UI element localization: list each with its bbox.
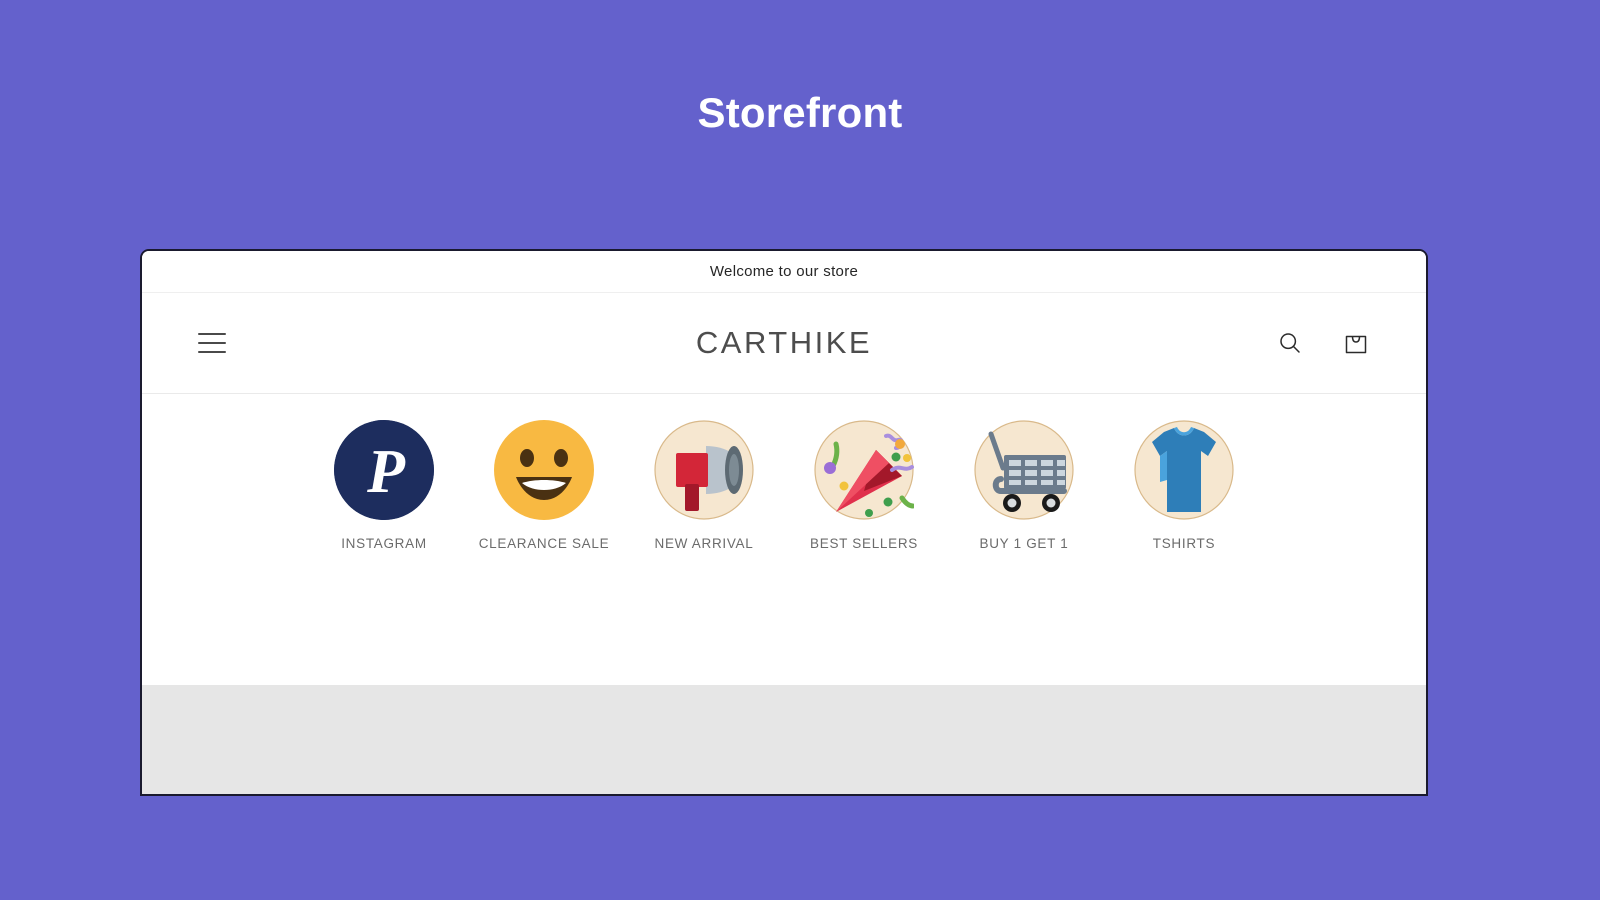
megaphone-emoji	[654, 420, 754, 520]
collection-item-instagram[interactable]: P INSTAGRAM	[332, 420, 436, 551]
collection-label: TSHIRTS	[1152, 536, 1216, 551]
collection-label: CLEARANCE SALE	[478, 536, 610, 551]
collection-item-buy-1-get-1[interactable]: BUY 1 GET 1	[972, 420, 1076, 551]
shopping-cart-icon	[1342, 329, 1370, 357]
collection-item-new-arrival[interactable]: NEW ARRIVAL	[652, 420, 756, 551]
storefront-preview-frame: Welcome to our store CARTHIKE P INSTAGRA…	[140, 249, 1428, 796]
header-left-group	[190, 321, 234, 365]
announcement-text: Welcome to our store	[709, 263, 859, 280]
collection-strip: P INSTAGRAM CLEARANCE SALE NEW ARRIVAL B…	[142, 394, 1426, 685]
shopping-cart-emoji	[974, 420, 1074, 520]
collection-label: BEST SELLERS	[810, 536, 918, 551]
collection-item-clearance-sale[interactable]: CLEARANCE SALE	[479, 420, 609, 551]
footer-placeholder-block	[142, 685, 1426, 794]
site-logo-link[interactable]: CARTHIKE	[696, 325, 872, 360]
collection-list: P INSTAGRAM CLEARANCE SALE NEW ARRIVAL B…	[142, 420, 1426, 551]
announcement-bar: Welcome to our store	[142, 251, 1426, 293]
grinning-face-emoji	[494, 420, 594, 520]
page-title: Storefront	[697, 89, 903, 136]
svg-text:P: P	[366, 438, 406, 506]
cart-button[interactable]	[1334, 321, 1378, 365]
header-right-group	[1268, 321, 1378, 365]
t-shirt-emoji	[1134, 420, 1234, 520]
search-button[interactable]	[1268, 321, 1312, 365]
collection-item-tshirts[interactable]: TSHIRTS	[1132, 420, 1236, 551]
paypal-p-logo: P	[334, 420, 434, 520]
menu-button[interactable]	[190, 321, 234, 365]
party-popper-emoji	[814, 420, 914, 520]
search-icon	[1276, 329, 1304, 357]
site-header: CARTHIKE	[142, 293, 1426, 394]
collection-label: INSTAGRAM	[341, 536, 427, 551]
collection-label: BUY 1 GET 1	[979, 536, 1069, 551]
collection-label: NEW ARRIVAL	[654, 536, 754, 551]
hamburger-menu-icon	[198, 333, 226, 353]
collection-item-best-sellers[interactable]: BEST SELLERS	[810, 420, 918, 551]
site-logo: CARTHIKE	[142, 325, 1426, 361]
